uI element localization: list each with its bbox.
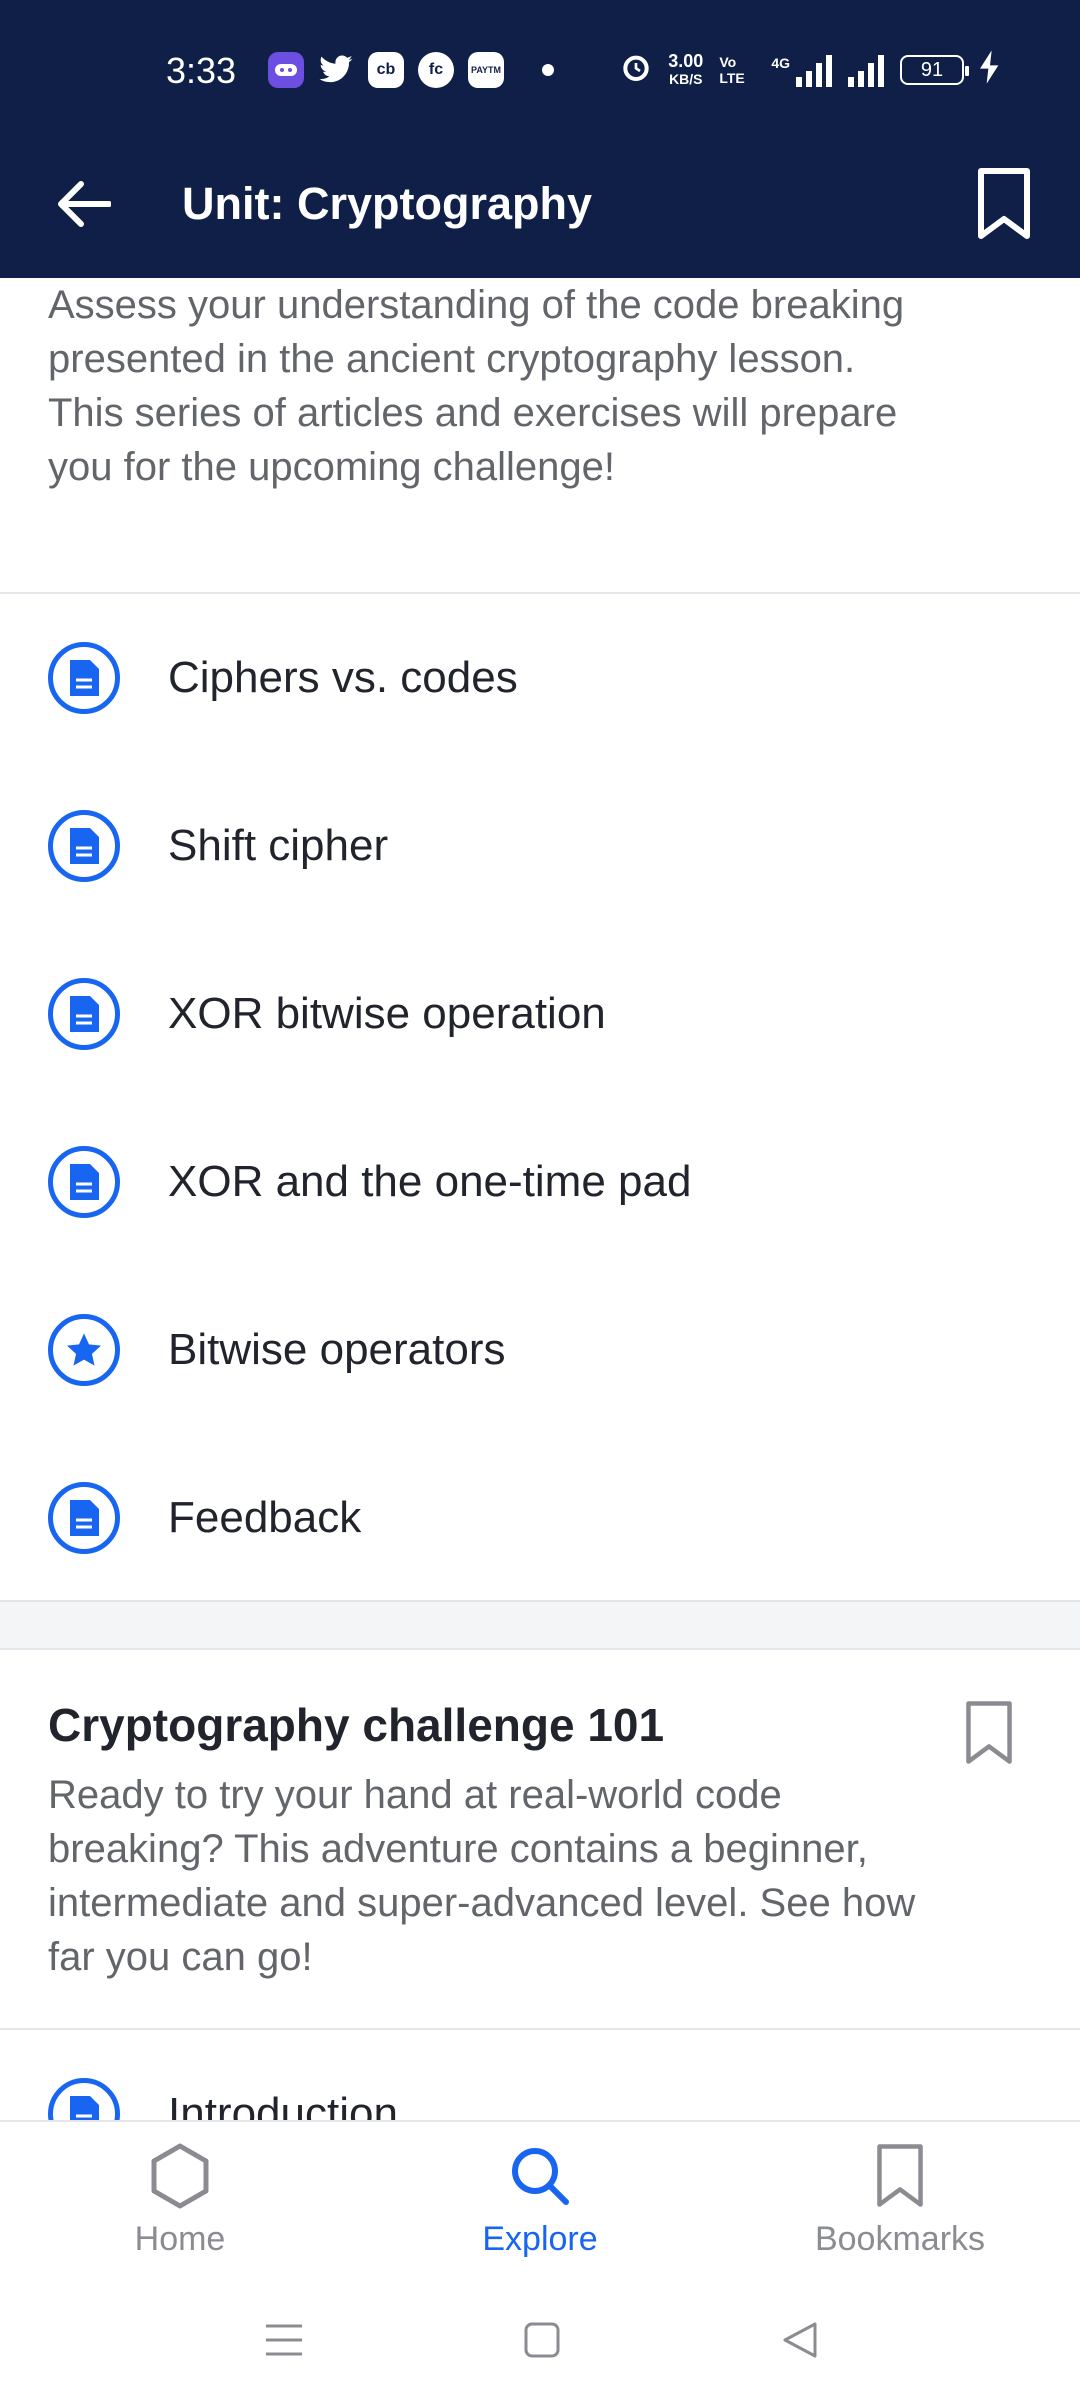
list-item[interactable]: Introduction	[0, 2030, 1080, 2120]
alarm-icon	[620, 51, 652, 89]
list-item[interactable]: Ciphers vs. codes	[0, 594, 1080, 762]
list-item-label: XOR and the one-time pad	[168, 1157, 692, 1206]
battery-indicator: 91	[900, 55, 969, 85]
home-hexagon-icon	[144, 2140, 216, 2212]
back-arrow-icon	[58, 181, 111, 227]
fc-icon: fc	[418, 52, 454, 88]
list-item-label: XOR bitwise operation	[168, 989, 606, 1038]
section-description: Ready to try your hand at real-world cod…	[48, 1773, 916, 1979]
status-time: 3:33	[166, 50, 237, 91]
unit-content[interactable]: Assess your understanding of the code br…	[0, 278, 1080, 2120]
status-bar: 3:33 cb fc PAYTM 3.00 KB/S Vo LTE 4G 91	[0, 0, 1080, 140]
list-item[interactable]: XOR and the one-time pad	[0, 1098, 1080, 1266]
network-type: 4G	[771, 55, 790, 71]
list-item-label: Shift cipher	[168, 821, 389, 870]
system-navigation-bar	[0, 2280, 1080, 2400]
section-separator	[0, 1602, 1080, 1648]
article-icon	[48, 810, 120, 882]
bookmark-icon	[864, 2140, 936, 2212]
triangle-back-icon	[783, 2322, 817, 2358]
star-icon	[48, 1314, 120, 1386]
notification-icons: cb fc PAYTM	[268, 52, 554, 88]
nav-explore[interactable]: Explore	[360, 2122, 720, 2282]
list-item-label: Feedback	[168, 1493, 362, 1542]
list-item[interactable]: Shift cipher	[0, 762, 1080, 930]
nav-bookmarks-label: Bookmarks	[814, 2220, 986, 2258]
bottom-navigation: Home Explore Bookmarks	[0, 2120, 1080, 2280]
app-bar: Unit: Cryptography	[0, 140, 1080, 278]
twitter-icon	[318, 55, 354, 85]
cb-icon: cb	[368, 52, 404, 88]
nav-home[interactable]: Home	[0, 2122, 360, 2282]
search-icon	[504, 2140, 576, 2212]
recent-apps-button[interactable]	[254, 2310, 314, 2370]
list-item-label: Ciphers vs. codes	[168, 653, 518, 702]
more-notifications-dot	[542, 64, 554, 76]
bookmark-icon	[978, 168, 1030, 239]
list-item-label: Introduction	[168, 2089, 398, 2120]
network-speed: 3.00 KB/S	[668, 52, 703, 88]
bookmark-unit-button[interactable]	[968, 154, 1040, 254]
article-icon	[48, 978, 120, 1050]
menu-icon	[266, 2324, 302, 2356]
article-icon	[48, 1146, 120, 1218]
volte-indicator: Vo LTE	[719, 54, 745, 86]
list-item[interactable]: Feedback	[0, 1434, 1080, 1602]
nav-bookmarks[interactable]: Bookmarks	[720, 2122, 1080, 2282]
article-icon	[48, 1482, 120, 1554]
nav-home-label: Home	[134, 2220, 226, 2258]
charging-icon	[980, 50, 1000, 90]
list-item-label: Bitwise operators	[168, 1325, 506, 1374]
article-icon	[48, 642, 120, 714]
signal-strength-icon-2	[848, 53, 884, 87]
system-back-button[interactable]	[770, 2310, 830, 2370]
game-icon	[268, 52, 304, 88]
page-title: Unit: Cryptography	[182, 178, 592, 229]
divider	[0, 1648, 1080, 1650]
paytm-icon: PAYTM	[468, 52, 504, 88]
lesson-description: Assess your understanding of the code br…	[48, 283, 905, 489]
article-icon	[48, 2078, 120, 2120]
back-button[interactable]	[48, 168, 120, 240]
nav-explore-label: Explore	[482, 2220, 598, 2258]
list-item[interactable]: Bitwise operators	[0, 1266, 1080, 1434]
section-title: Cryptography challenge 101	[48, 1699, 665, 1751]
network-speed-value: 3.00	[668, 51, 704, 71]
list-item[interactable]: XOR bitwise operation	[0, 930, 1080, 1098]
system-indicators: 3.00 KB/S Vo LTE 4G 91	[620, 50, 1000, 90]
signal-strength-icon-1	[796, 53, 832, 87]
network-speed-unit: KB/S	[669, 71, 703, 87]
bookmark-icon	[966, 1701, 1012, 1764]
bookmark-lesson-button[interactable]	[964, 1698, 1024, 1778]
home-button[interactable]	[512, 2310, 572, 2370]
square-icon	[524, 2322, 560, 2358]
